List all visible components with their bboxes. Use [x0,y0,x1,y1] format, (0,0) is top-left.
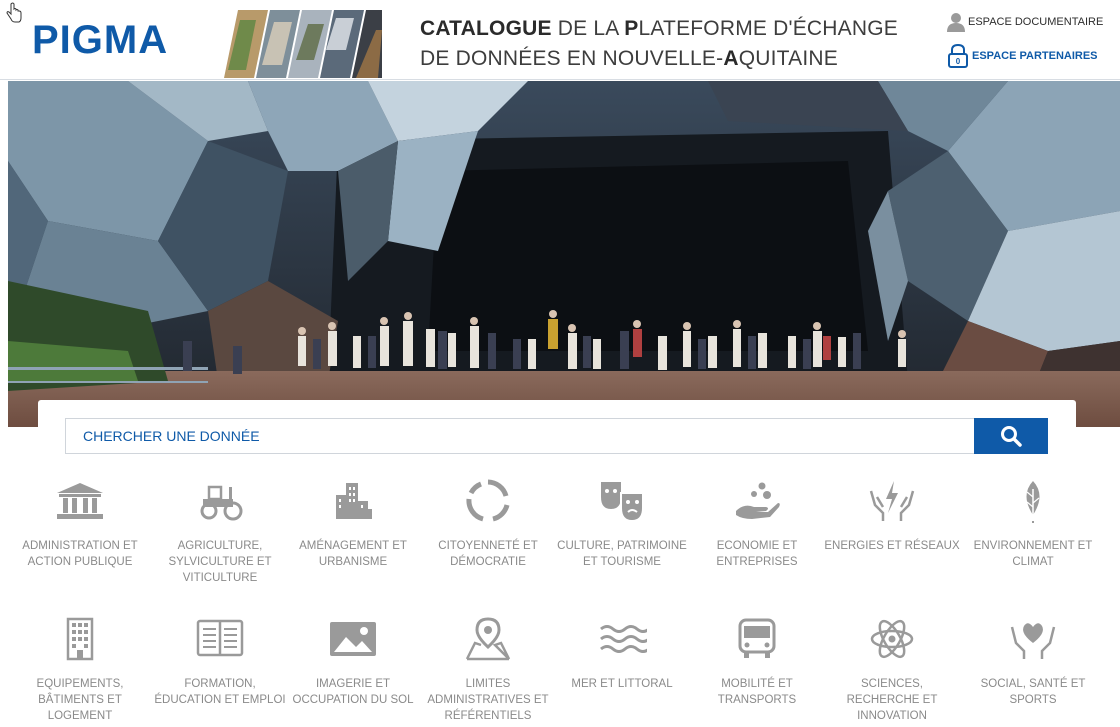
title-part: LATEFORME D'ÉCHANGE [638,17,898,40]
category-label: MER ET LITTORAL [571,678,673,690]
title-part: P [624,17,639,40]
category-label: SOCIAL, SANTÉ ET SPORTS [980,678,1086,706]
category-circle-arrows[interactable]: CITOYENNETÉ ET DÉMOCRATIE [418,478,558,570]
hand-coins-icon [687,478,827,524]
lock-icon: 0 [948,43,968,68]
category-label: ADMINISTRATION ET ACTION PUBLIQUE [22,540,138,568]
category-energy-hands[interactable]: ENERGIES ET RÉSEAUX [822,478,962,554]
espace-documentaire-label: ESPACE DOCUMENTAIRE [968,16,1104,28]
category-bus[interactable]: MOBILITÉ ET TRANSPORTS [687,616,827,708]
category-label: FORMATION, ÉDUCATION ET EMPLOI [154,678,286,706]
circle-arrows-icon [418,478,558,524]
building-icon [10,478,150,524]
espace-partenaires-link[interactable]: 0 ESPACE PARTENAIRES [946,42,1098,70]
category-label: ENVIRONNEMENT ET CLIMAT [973,540,1093,568]
category-label: SCIENCES, RECHERCHE ET INNOVATION [846,678,938,722]
category-city[interactable]: AMÉNAGEMENT ET URBANISME [283,478,423,570]
category-building[interactable]: ADMINISTRATION ET ACTION PUBLIQUE [10,478,150,570]
category-label: CULTURE, PATRIMOINE ET TOURISME [557,540,687,568]
tractor-icon [150,478,290,524]
category-heart-hands[interactable]: SOCIAL, SANTÉ ET SPORTS [963,616,1103,708]
category-label: MOBILITÉ ET TRANSPORTS [717,678,797,706]
pigma-logo[interactable]: PIGMA [32,18,168,63]
category-tower[interactable]: EQUIPEMENTS, BÂTIMENTS ET LOGEMENT [10,616,150,724]
title-line-1: CATALOGUE DE LA PLATEFORME D'ÉCHANGE [420,14,930,44]
category-label: CITOYENNETÉ ET DÉMOCRATIE [438,540,538,568]
category-label: EQUIPEMENTS, BÂTIMENTS ET LOGEMENT [36,678,124,722]
book-icon [150,616,290,662]
search-input[interactable] [65,418,975,454]
category-grid: ADMINISTRATION ET ACTION PUBLIQUE AGRICUL… [0,478,1120,727]
category-map-pin[interactable]: LIMITES ADMINISTRATIVES ET RÉFÉRENTIELS [418,616,558,724]
category-leaf[interactable]: ENVIRONNEMENT ET CLIMAT [963,478,1103,570]
logo-photo-strip [224,10,382,78]
map-pin-icon [418,616,558,662]
search-button[interactable] [974,418,1048,454]
user-icon [947,13,965,32]
category-label: LIMITES ADMINISTRATIVES ET RÉFÉRENTIELS [427,678,549,722]
title-part: QUITAINE [738,47,838,70]
category-theater-masks[interactable]: CULTURE, PATRIMOINE ET TOURISME [552,478,692,570]
tower-icon [10,616,150,662]
hero-image [8,81,1120,427]
svg-text:0: 0 [956,57,961,66]
category-label: ENERGIES ET RÉSEAUX [824,540,960,552]
category-label: ECONOMIE ET ENTREPRISES [716,540,798,568]
title-part: A [723,47,739,70]
bus-icon [687,616,827,662]
hand-cursor-icon [6,2,22,23]
category-label: IMAGERIE ET OCCUPATION DU SOL [292,678,414,706]
search-icon [1001,426,1022,447]
category-image[interactable]: IMAGERIE ET OCCUPATION DU SOL [283,616,423,708]
title-part: CATALOGUE [420,17,552,40]
category-hand-coins[interactable]: ECONOMIE ET ENTREPRISES [687,478,827,570]
category-waves[interactable]: MER ET LITTORAL [552,616,692,692]
site-header: PIGMA CATALOGUE DE LA PLATEFORME D'ÉCHAN… [0,0,1120,80]
title-part: DE DONNÉES EN NOUVELLE- [420,47,724,70]
category-tractor[interactable]: AGRICULTURE, SYLVICULTURE ET VITICULTURE [150,478,290,586]
waves-icon [552,616,692,662]
heart-hands-icon [963,616,1103,662]
theater-masks-icon [552,478,692,524]
espace-documentaire-link[interactable]: ESPACE DOCUMENTAIRE [946,10,1103,34]
category-label: AGRICULTURE, SYLVICULTURE ET VITICULTURE [168,540,272,584]
image-icon [283,616,423,662]
energy-hands-icon [822,478,962,524]
leaf-icon [963,478,1103,524]
espace-partenaires-label: ESPACE PARTENAIRES [972,50,1098,62]
city-icon [283,478,423,524]
title-line-2: DE DONNÉES EN NOUVELLE-AQUITAINE [420,44,930,74]
title-part: DE LA [551,17,625,40]
category-book[interactable]: FORMATION, ÉDUCATION ET EMPLOI [150,616,290,708]
category-atom[interactable]: SCIENCES, RECHERCHE ET INNOVATION [822,616,962,724]
category-label: AMÉNAGEMENT ET URBANISME [299,540,407,568]
atom-icon [822,616,962,662]
page-title: CATALOGUE DE LA PLATEFORME D'ÉCHANGE DE … [420,14,930,74]
